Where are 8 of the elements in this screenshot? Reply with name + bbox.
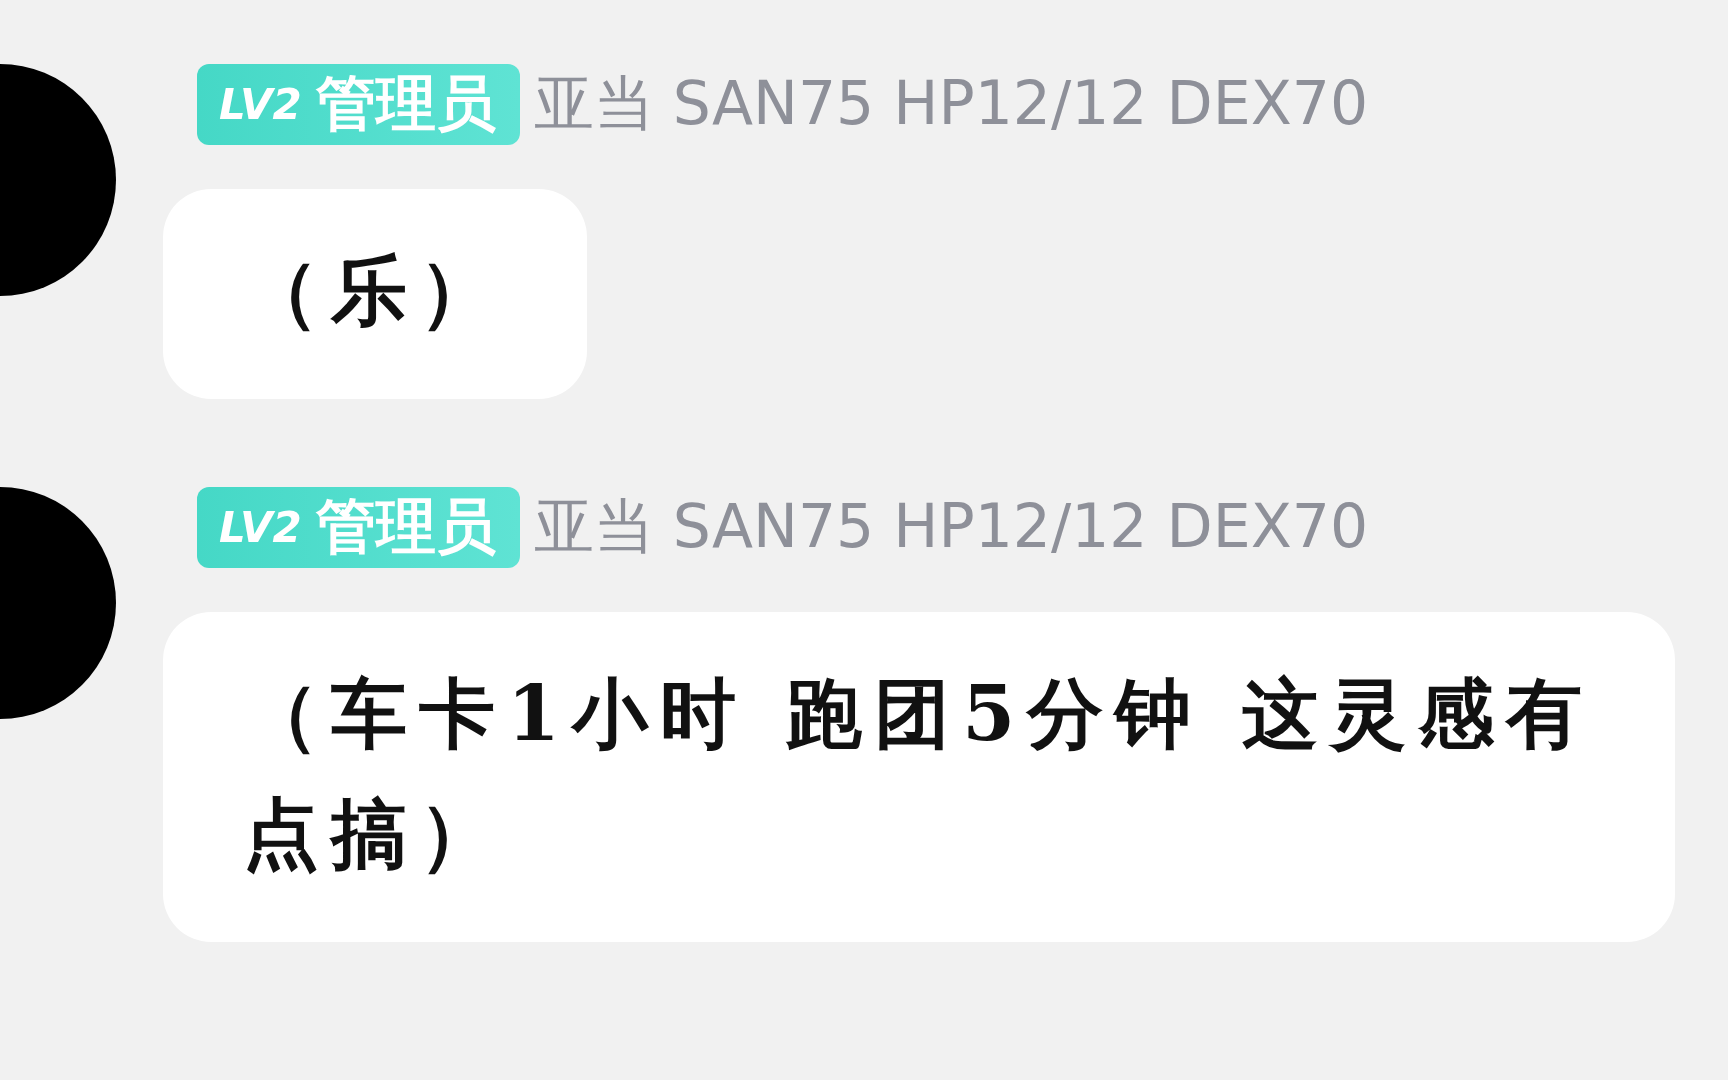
role-label: 管理员: [315, 490, 496, 563]
sender-name: 亚当 SAN75 HP12/12 DEX70: [533, 67, 1369, 140]
message-bubble: （车卡1小时 跑团5分钟 这灵感有点搞）: [163, 612, 1675, 942]
sender-name: 亚当 SAN75 HP12/12 DEX70: [533, 490, 1369, 563]
level-label: LV2: [219, 503, 302, 552]
level-label: LV2: [219, 80, 302, 129]
message-bubble: （乐）: [163, 189, 587, 399]
role-label: 管理员: [315, 67, 496, 140]
